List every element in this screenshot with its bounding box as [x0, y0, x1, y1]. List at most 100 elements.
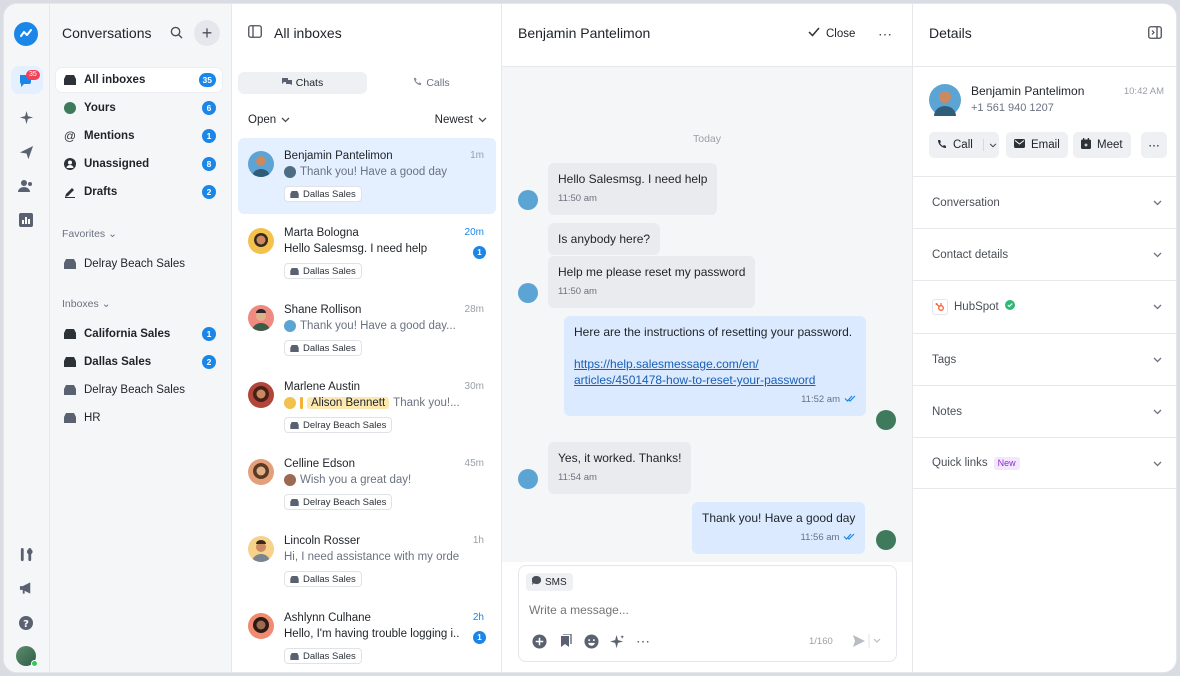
collapse-panel-icon[interactable]: [1148, 26, 1162, 42]
help-article-link[interactable]: articles/4501478-how-to-reset-your-passw…: [574, 373, 815, 387]
sidebar-item-all-inboxes[interactable]: All inboxes 35: [56, 68, 222, 92]
inbox-icon: [64, 74, 76, 86]
announcements-megaphone-icon[interactable]: [15, 577, 37, 599]
section-label: Conversation: [932, 196, 1000, 209]
new-conversation-button[interactable]: +: [194, 20, 220, 46]
status-filter-dropdown[interactable]: Open: [248, 114, 290, 126]
templates-icon[interactable]: [557, 633, 573, 649]
tab-label: Chats: [295, 77, 324, 89]
conversation-list-panel: All inboxes Chats Calls Open Newest Benj…: [232, 4, 502, 672]
help-article-link[interactable]: https://help.salesmessage.com/en/: [574, 357, 759, 371]
hubspot-logo-icon: [932, 298, 948, 315]
message-time: 11:54 am: [558, 472, 597, 483]
chevron-down-icon: [873, 638, 881, 643]
section-quick-links[interactable]: Quick links New: [913, 437, 1176, 489]
sidebar-item-mentions[interactable]: @ Mentions 1: [56, 124, 222, 148]
conversation-item[interactable]: Ashlynn Culhane 2h Hello, I'm having tro…: [238, 600, 496, 672]
sidebar-item-favorite-delray[interactable]: Delray Beach Sales: [56, 252, 222, 276]
chevron-down-icon[interactable]: [982, 139, 997, 151]
character-count: 1/160: [809, 636, 833, 647]
double-check-icon: [843, 530, 855, 546]
sidebar-item-dallas-sales[interactable]: Dallas Sales 2: [56, 350, 222, 374]
help-icon[interactable]: ?: [15, 612, 37, 634]
incoming-message: Hello Salesmsg. I need help 11:50 am: [548, 163, 718, 215]
sidebar-item-drafts[interactable]: Drafts 2: [56, 180, 222, 204]
chat-panel: Benjamin Pantelimon Close ⋯ Today Hello …: [502, 4, 913, 672]
message-input[interactable]: [529, 603, 829, 617]
conversation-time: 1h: [472, 535, 484, 546]
chevron-down-icon: [1153, 406, 1162, 418]
search-icon[interactable]: [170, 26, 183, 42]
inbox-icon: [290, 267, 299, 275]
add-attachment-icon[interactable]: [531, 633, 547, 649]
ai-sparkle-icon[interactable]: [15, 106, 37, 128]
sidebar-item-label: Drafts: [84, 186, 118, 198]
ai-sparkle-icon[interactable]: [609, 633, 625, 649]
conversation-item[interactable]: Shane Rollison 28m Thank you! Have a goo…: [238, 292, 496, 368]
conversation-time: 30m: [464, 381, 484, 392]
sidebar-item-label: All inboxes: [84, 74, 146, 86]
more-actions-button[interactable]: ⋯: [1141, 132, 1167, 158]
section-tags[interactable]: Tags: [913, 333, 1176, 385]
sidebar-item-california-sales[interactable]: California Sales 1: [56, 322, 222, 346]
contacts-icon[interactable]: [15, 175, 37, 197]
verified-check-icon: [1004, 300, 1015, 313]
inboxes-section-header[interactable]: Inboxes ⌄: [62, 298, 111, 310]
send-button[interactable]: [851, 633, 881, 652]
chat-title: Benjamin Pantelimon: [518, 25, 651, 41]
section-conversation[interactable]: Conversation: [913, 176, 1176, 228]
conversation-time: 2h: [472, 612, 484, 623]
analytics-icon[interactable]: [15, 209, 37, 231]
app-window: 35 ? Conversations + All inboxes 35 Your…: [3, 3, 1177, 673]
chevron-down-icon: [1153, 354, 1162, 366]
favorites-section-header[interactable]: Favorites ⌄: [62, 228, 117, 240]
section-contact-details[interactable]: Contact details: [913, 228, 1176, 280]
sidebar-title: Conversations: [62, 25, 152, 41]
inbox-tag-label: Dallas Sales: [303, 650, 356, 662]
more-tools-icon[interactable]: ⋯: [635, 633, 651, 649]
chevron-down-icon: [1153, 197, 1162, 209]
sidebar-item-yours[interactable]: Yours 6: [56, 96, 222, 120]
contact-avatar: [248, 382, 274, 408]
tab-calls[interactable]: Calls: [367, 72, 496, 94]
online-status-dot: [31, 660, 38, 667]
channel-selector[interactable]: SMS: [526, 573, 573, 591]
new-badge: New: [993, 456, 1020, 470]
meet-button[interactable]: Meet: [1073, 132, 1131, 158]
conversation-item[interactable]: Benjamin Pantelimon 1m Thank you! Have a…: [238, 138, 496, 214]
tab-chats[interactable]: Chats: [238, 72, 367, 94]
inbox-tag: Dallas Sales: [284, 648, 362, 664]
app-logo-icon[interactable]: [14, 22, 38, 46]
calendar-icon: [1081, 138, 1091, 152]
campaigns-send-icon[interactable]: [15, 141, 37, 163]
section-notes[interactable]: Notes: [913, 385, 1176, 437]
integrations-icon[interactable]: [15, 543, 37, 565]
count-badge: 35: [198, 73, 216, 87]
conversation-item[interactable]: Marta Bologna 20m Hello Salesmsg. I need…: [238, 215, 496, 291]
inbox-icon: [290, 344, 299, 352]
pencil-icon: [64, 186, 76, 198]
email-button[interactable]: Email: [1006, 132, 1068, 158]
sidebar-item-label: HR: [84, 412, 101, 424]
conversation-item[interactable]: Marlene Austin 30m Alison Bennett Thank y…: [238, 369, 496, 445]
chevron-down-icon: ⌄: [108, 228, 117, 240]
sort-dropdown[interactable]: Newest: [435, 114, 487, 126]
more-options-icon[interactable]: ⋯: [878, 26, 892, 43]
conversation-item[interactable]: Celline Edson 45m Wish you a great day! …: [238, 446, 496, 522]
toggle-sidebar-icon[interactable]: [248, 25, 262, 41]
emoji-icon[interactable]: [583, 633, 599, 649]
inbox-tag-label: Delray Beach Sales: [303, 496, 387, 508]
section-hubspot[interactable]: HubSpot: [913, 280, 1176, 332]
preview-text: Thank you! Have a good day...: [300, 320, 456, 332]
sidebar-item-delray-beach-sales[interactable]: Delray Beach Sales: [56, 378, 222, 402]
count-badge: 6: [202, 101, 216, 115]
message-text: Is anybody here?: [558, 232, 651, 246]
sidebar-item-unassigned[interactable]: Unassigned 8: [56, 152, 222, 176]
unread-badge: 1: [473, 246, 486, 259]
sender-avatar: [284, 397, 296, 409]
user-avatar-icon: [64, 102, 76, 114]
call-button[interactable]: Call: [929, 132, 999, 158]
conversation-item[interactable]: Lincoln Rosser 1h Hi, I need assistance …: [238, 523, 496, 599]
close-conversation-button[interactable]: Close: [808, 27, 855, 40]
sidebar-item-hr[interactable]: HR: [56, 406, 222, 430]
